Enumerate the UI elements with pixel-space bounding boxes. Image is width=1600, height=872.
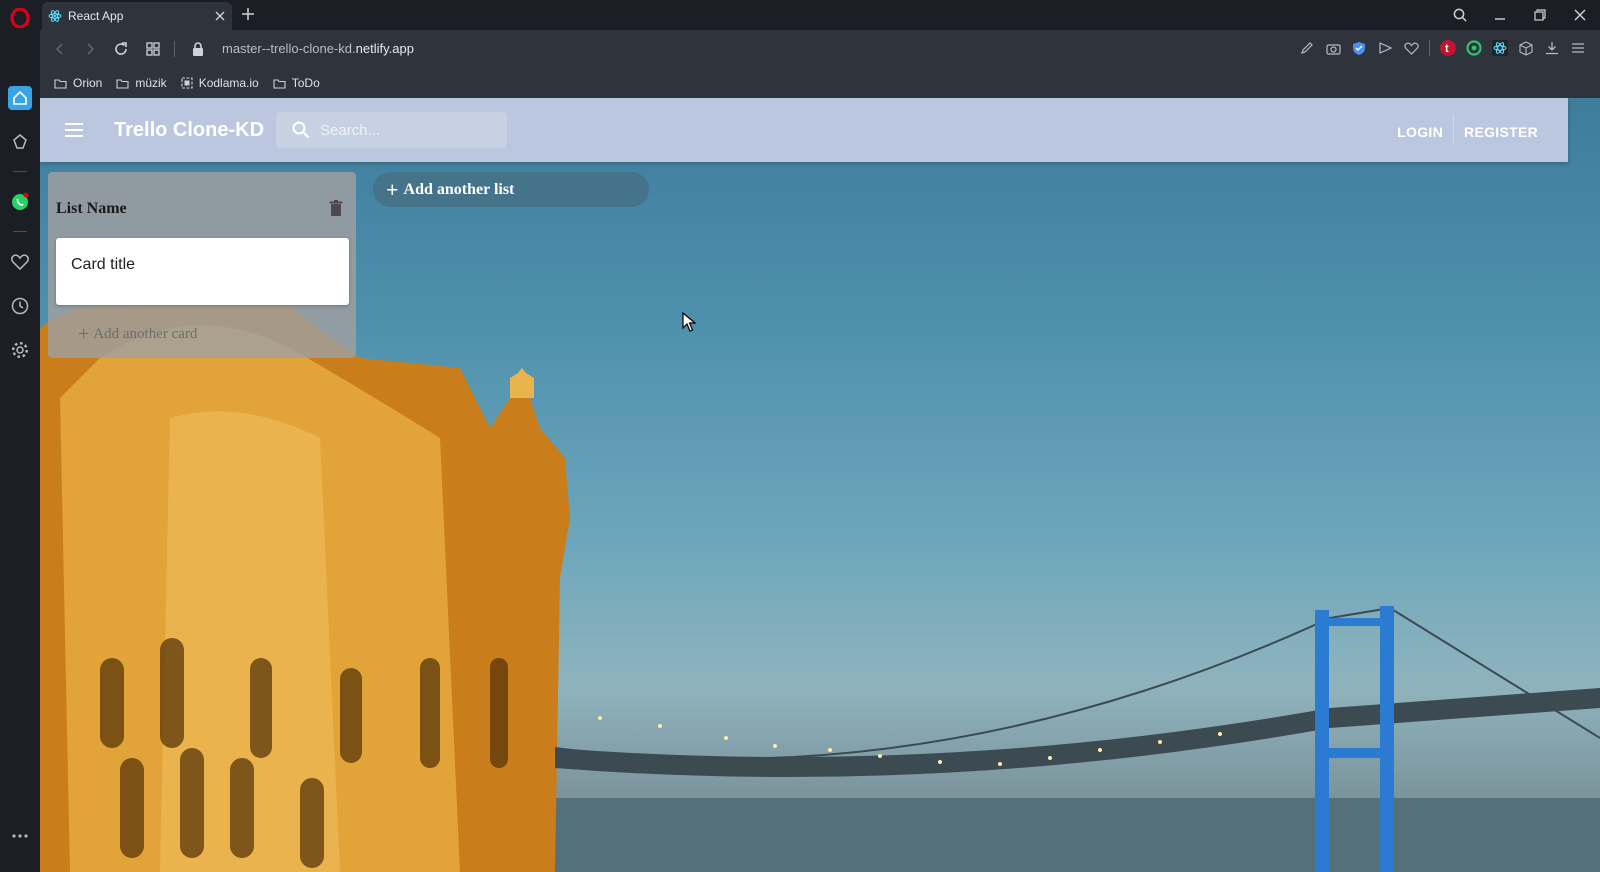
restore-icon[interactable] [1520, 9, 1560, 21]
board-list: List Name Card title + Add another card [48, 172, 356, 358]
tab-bar: React App [40, 0, 1600, 30]
plus-icon: + [386, 176, 399, 202]
url-domain: netlify.app [355, 41, 414, 56]
sidebar-divider [13, 171, 27, 172]
back-arrow-icon[interactable] [52, 41, 68, 57]
tab-title: React App [68, 9, 124, 23]
green-ring-extension-icon[interactable] [1466, 40, 1482, 56]
bookmark-orion[interactable]: Orion [54, 76, 102, 90]
app-bar: Trello Clone-KD LOGIN REGISTER [40, 98, 1568, 162]
bookmark-label: müzik [135, 76, 167, 90]
svg-text:t: t [1445, 43, 1449, 55]
tab-search-icon[interactable] [1440, 8, 1480, 22]
search-box[interactable] [276, 112, 507, 148]
hamburger-menu-icon[interactable] [62, 118, 86, 142]
opera-logo-icon[interactable] [8, 6, 32, 30]
folder-icon [273, 78, 286, 89]
page-icon [181, 77, 193, 89]
app-brand-title[interactable]: Trello Clone-KD [114, 119, 264, 142]
t-extension-icon[interactable]: t [1440, 40, 1456, 56]
board-card[interactable]: Card title [56, 238, 349, 305]
plus-icon: + [78, 323, 90, 345]
card-title: Card title [71, 256, 136, 273]
add-list-button[interactable]: + Add another list [373, 172, 649, 207]
url-prefix: master--trello-clone-kd. [222, 41, 356, 56]
address-bar: master--trello-clone-kd.netlify.app t [40, 30, 1600, 68]
favorite-heart-icon[interactable] [1403, 40, 1419, 56]
pinboard-icon[interactable] [8, 130, 32, 154]
new-tab-plus-icon[interactable] [240, 6, 256, 22]
history-clock-icon[interactable] [8, 294, 32, 318]
send-arrow-icon[interactable] [1377, 40, 1393, 56]
bookmarks-bar: Orion müzik Kodlama.io ToDo [40, 68, 1600, 98]
speed-dial-home-icon[interactable] [8, 86, 32, 110]
add-list-label: Add another list [403, 180, 515, 198]
close-tab-icon[interactable] [208, 11, 232, 21]
bookmark-label: ToDo [291, 76, 320, 90]
folder-icon [116, 78, 129, 89]
bookmark-muzik[interactable]: müzik [116, 76, 167, 90]
share-edit-icon[interactable] [1299, 40, 1315, 56]
forward-arrow-icon[interactable] [82, 41, 98, 57]
window-controls [1440, 0, 1600, 30]
lock-icon[interactable] [190, 41, 206, 57]
bookmarks-heart-icon[interactable] [8, 250, 32, 274]
browser-tab[interactable]: React App [42, 2, 232, 30]
auth-buttons: LOGIN REGISTER [1387, 114, 1548, 144]
settings-gear-icon[interactable] [8, 338, 32, 362]
page-viewport: Trello Clone-KD LOGIN REGISTER List Name… [40, 98, 1600, 872]
register-button[interactable]: REGISTER [1454, 120, 1548, 144]
bookmark-todo[interactable]: ToDo [273, 76, 320, 90]
reload-icon[interactable] [113, 41, 129, 57]
bookmark-label: Orion [73, 76, 103, 90]
browser-sidebar [0, 0, 40, 872]
extensions-divider [1429, 40, 1430, 56]
search-input[interactable] [320, 121, 490, 139]
url-field[interactable]: master--trello-clone-kd.netlify.app [222, 41, 414, 56]
minimize-icon[interactable] [1480, 9, 1520, 21]
more-options-icon[interactable] [8, 824, 32, 848]
sidebar-divider [13, 231, 27, 232]
login-button[interactable]: LOGIN [1387, 120, 1453, 144]
snapshot-camera-icon[interactable] [1325, 40, 1341, 56]
tabs-grid-icon[interactable] [145, 41, 161, 57]
address-divider [174, 41, 175, 57]
close-window-icon[interactable] [1560, 9, 1600, 21]
folder-icon [54, 78, 67, 89]
react-favicon-icon [48, 10, 62, 22]
list-title[interactable]: List Name [56, 200, 127, 218]
whatsapp-icon[interactable] [8, 190, 32, 214]
bookmark-label: Kodlama.io [198, 76, 259, 90]
search-icon [292, 121, 310, 139]
extensions-cube-icon[interactable] [1518, 40, 1534, 56]
download-icon[interactable] [1544, 40, 1560, 56]
react-devtools-icon[interactable] [1492, 40, 1508, 56]
delete-trash-icon[interactable] [326, 198, 346, 218]
adblock-shield-icon[interactable] [1351, 40, 1367, 56]
mouse-cursor-icon [682, 312, 696, 332]
add-card-button[interactable]: + Add another card [78, 324, 197, 344]
easy-setup-menu-icon[interactable] [1570, 40, 1586, 56]
add-card-label: Add another card [93, 325, 198, 342]
bookmark-kodlama[interactable]: Kodlama.io [181, 76, 259, 90]
extensions-row: t [1299, 40, 1586, 56]
